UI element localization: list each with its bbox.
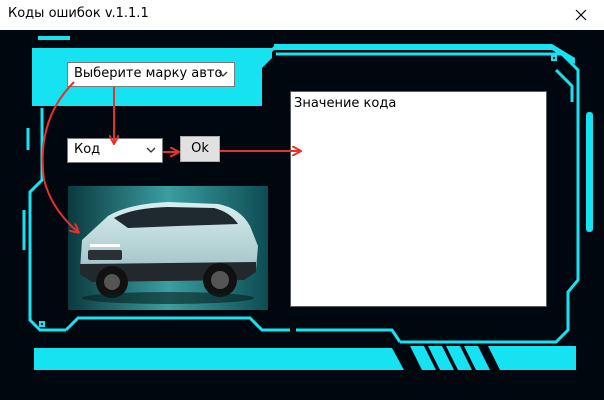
- code-output-box: Значение кода: [290, 91, 547, 307]
- window-title: Коды ошибок v.1.1.1: [8, 6, 149, 21]
- title-bar: Коды ошибок v.1.1.1: [0, 0, 604, 31]
- close-icon: [575, 9, 587, 21]
- main-panel: Выберите марку авто Код Ok Значение кода: [0, 30, 604, 400]
- code-select-value: Код: [74, 142, 101, 157]
- brand-select[interactable]: Выберите марку авто: [67, 62, 235, 87]
- car-image: [68, 186, 268, 310]
- chevron-down-icon: [218, 71, 228, 77]
- app-window: Коды ошибок v.1.1.1 Выберите марку авто …: [0, 0, 604, 400]
- close-button[interactable]: [558, 0, 604, 30]
- code-select[interactable]: Код: [67, 138, 163, 163]
- chevron-down-icon: [146, 147, 156, 153]
- code-output-text: Значение кода: [294, 96, 397, 111]
- ok-button[interactable]: Ok: [180, 136, 220, 162]
- brand-select-value: Выберите марку авто: [74, 66, 223, 81]
